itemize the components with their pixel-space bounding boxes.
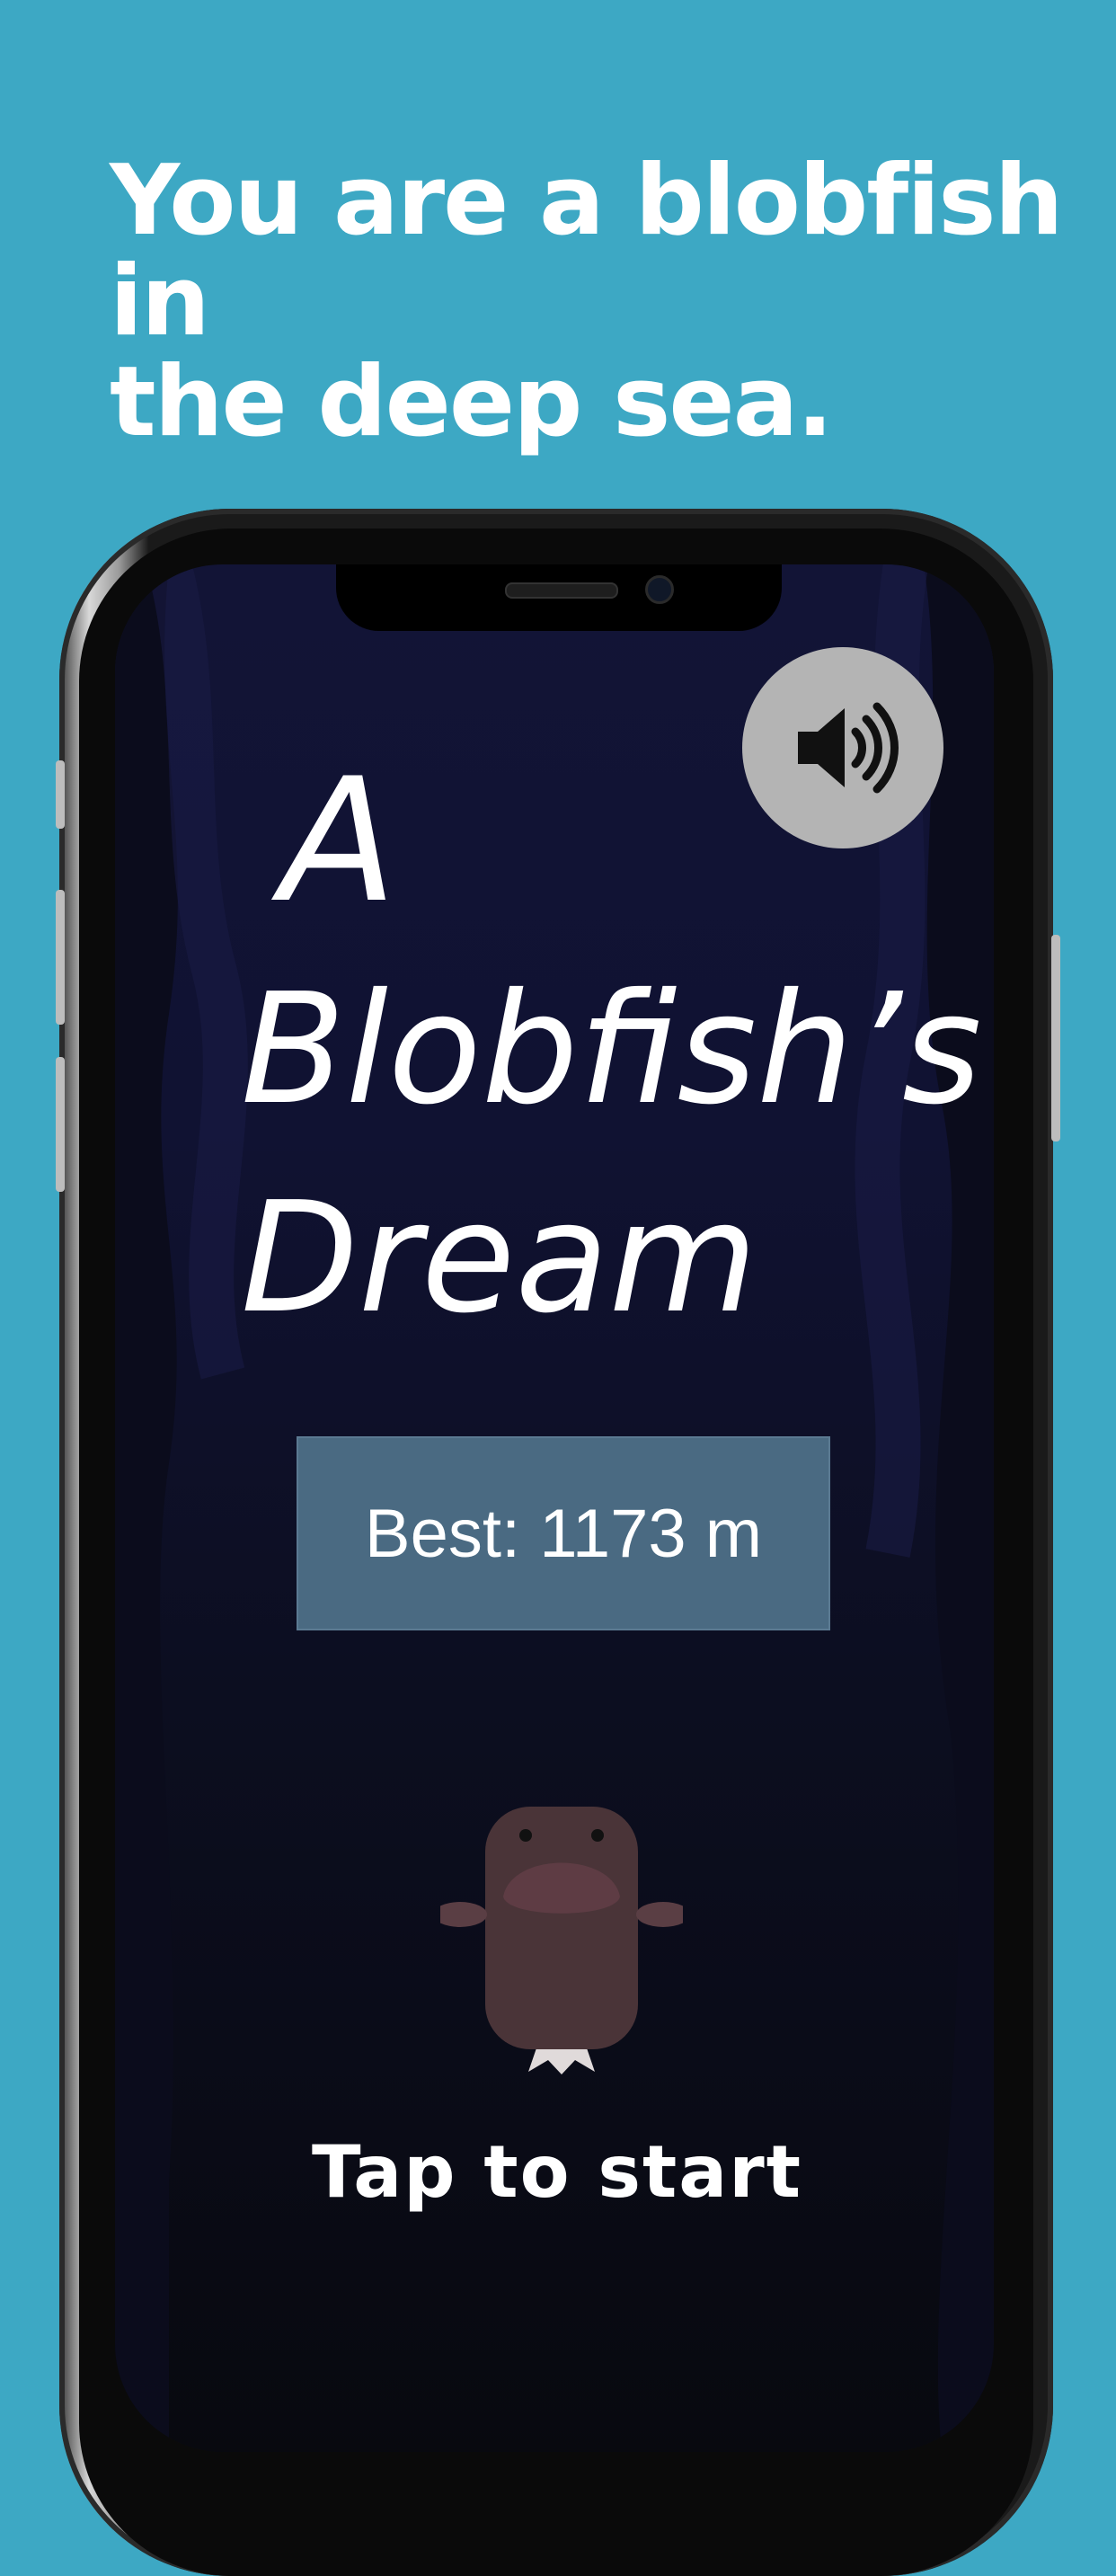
game-title: A Blobfish’s Dream: [241, 737, 982, 1363]
tap-to-start-label: Tap to start: [312, 2130, 802, 2214]
phone-speaker: [505, 582, 618, 599]
game-title-line-1: A: [280, 742, 397, 940]
phone-camera: [645, 575, 674, 604]
best-score-label: Best: 1173 m: [364, 1495, 763, 1572]
phone-button-power: [1051, 935, 1060, 1141]
phone-button-mute: [56, 760, 65, 829]
phone-button-volume-down: [56, 1057, 65, 1192]
best-score-box: Best: 1173 m: [297, 1436, 830, 1630]
headline-line-2: the deep sea.: [110, 346, 834, 458]
phone-button-volume-up: [56, 890, 65, 1025]
blobfish-character: [440, 1807, 683, 2074]
game-title-line-2: Blobfish’s: [241, 961, 982, 1139]
game-title-line-3: Dream: [241, 1169, 758, 1347]
headline: You are a blobfish in the deep sea.: [110, 145, 1063, 458]
headline-line-1: You are a blobfish in: [110, 145, 1063, 358]
